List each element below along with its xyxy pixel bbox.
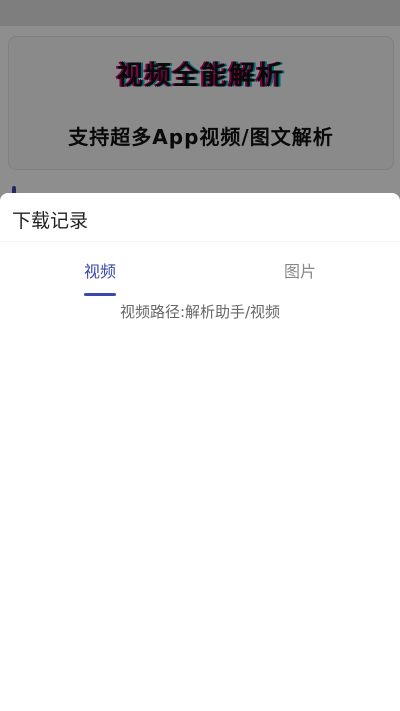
save-path-label: 视频路径:解析助手/视频	[119, 303, 281, 321]
tab-video-label: 视频	[83, 262, 116, 281]
tab-indicator	[84, 293, 116, 296]
tab-video[interactable]: 视频	[0, 242, 200, 298]
tab-image[interactable]: 图片	[200, 242, 400, 298]
download-records-sheet: 下载记录 视频 图片 视频路径:解析助手/视频	[0, 193, 400, 711]
sheet-title: 下载记录	[12, 210, 89, 232]
tab-bar: 视频 图片	[0, 241, 400, 298]
tab-image-label: 图片	[283, 262, 316, 281]
